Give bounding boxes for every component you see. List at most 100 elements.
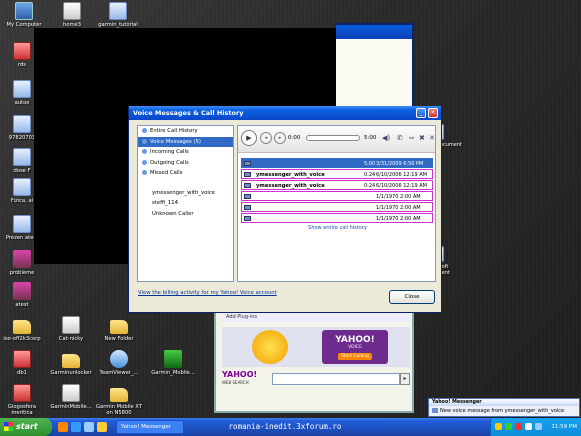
seek-slider[interactable] — [306, 135, 360, 141]
nav-item-label: Incoming Calls — [150, 149, 189, 155]
watermark-url: romania-inedit.3xforum.ro — [228, 422, 342, 431]
bluetooth-icon[interactable] — [535, 423, 542, 430]
nav-item-label: Missed Calls — [150, 170, 183, 176]
start-label: start — [16, 422, 38, 431]
desktop-icon-label: db1 — [17, 370, 27, 376]
volume-icon[interactable]: ◀) — [382, 134, 390, 142]
nav-item[interactable]: Entire Call History — [138, 126, 233, 137]
yahoo-web-search: YAHOO! WEB SEARCH ▸ — [220, 371, 410, 387]
message-row[interactable]: ymessenger_with_voice 0:24 6/10/2006 12:19… — [241, 180, 433, 190]
yahoo-messenger-window: Add Plug-ins YAHOO! VOICE Start Calling … — [214, 305, 414, 413]
yahoo-logo: YAHOO! — [222, 370, 258, 379]
contact-item[interactable]: ymessenger_with_voice — [138, 188, 233, 199]
ad-brand: YAHOO! — [335, 335, 375, 345]
explorer-icon[interactable] — [97, 422, 107, 432]
desktop-icon[interactable]: home3 — [47, 2, 97, 28]
rar-icon — [13, 250, 31, 268]
desktop-icon[interactable]: Garmin_Mobile... — [148, 350, 198, 376]
yahoo-tray-icon[interactable] — [495, 423, 502, 430]
desktop-icon[interactable]: db1 — [0, 350, 47, 376]
desktop-icon[interactable]: Garminunlocker — [46, 350, 96, 376]
background-window-titlebar[interactable] — [336, 25, 412, 39]
nav-item-label: Voice Messages (5) — [150, 138, 201, 145]
notification-balloon[interactable]: Yahoo! Messenger New voice message from … — [428, 398, 580, 417]
message-row[interactable]: 5:00 3/31/2009 6:50 PM — [241, 158, 433, 168]
message-duration: 5:00 — [364, 161, 376, 167]
desktop-icon[interactable]: New Folder — [94, 316, 144, 342]
nav-item[interactable]: Voice Messages (5) — [138, 136, 233, 147]
balloon-body: New voice message from ymessenger_with_v… — [429, 406, 579, 416]
task-label: Yahoo! Messenger — [121, 424, 172, 430]
desktop-icon[interactable]: Garmin Mobile XT on N5800 — [94, 384, 144, 416]
dialog-title: Voice Messages & Call History — [133, 109, 244, 117]
message-row[interactable]: ymessenger_with_voice 0:24 6/10/2006 12:19… — [241, 169, 433, 179]
ad-sub: VOICE — [348, 345, 362, 350]
current-time: 0:00 — [288, 135, 301, 141]
desktop-icon[interactable]: TeamViewer_... — [94, 350, 144, 376]
delete-icon[interactable]: ✖ — [419, 134, 425, 142]
taskbar-yahoo-messenger[interactable]: Yahoo! Messenger — [116, 420, 184, 434]
contact-item[interactable]: Unknown Caller — [138, 209, 233, 220]
desktop-icon-label: probleme — [9, 270, 35, 276]
contact-list: ymessenger_with_voice steffi_114 Unknown C… — [138, 188, 233, 220]
message-duration: 0:24 — [364, 172, 376, 178]
network-icon[interactable] — [505, 423, 512, 430]
message-row[interactable]: 1/1/1970 2:00 AM — [241, 202, 433, 212]
smiley-icon — [252, 330, 288, 364]
desktop-icon[interactable]: Cat-nicky — [46, 316, 96, 342]
close-player-icon[interactable]: ✕ — [429, 134, 435, 142]
voicemail-icon — [244, 216, 251, 221]
firefox-icon[interactable] — [58, 422, 68, 432]
billing-activity-link[interactable]: View the billing activity for my Yahoo! … — [138, 290, 277, 296]
contact-item[interactable]: steffi_114 — [138, 198, 233, 209]
desktop-icon[interactable]: iso-off2k3corp — [0, 316, 47, 342]
system-tray: 11:59 PM — [490, 418, 581, 436]
desktop-icon[interactable]: garmin_tutorial — [93, 2, 143, 28]
antivirus-icon[interactable] — [515, 423, 522, 430]
yahoo-voice-ad[interactable]: YAHOO! VOICE Start Calling — [222, 327, 410, 367]
folder-icon — [110, 320, 128, 334]
previous-icon[interactable]: ◂ — [260, 132, 272, 144]
ad-banner[interactable]: YAHOO! VOICE Start Calling — [322, 330, 388, 364]
next-icon[interactable]: ▸ — [274, 132, 286, 144]
jpg-icon — [62, 384, 80, 402]
desktop-icon[interactable]: My Computer — [0, 2, 49, 28]
message-date: 1/1/1970 2:00 AM — [376, 205, 421, 211]
nav-item[interactable]: Missed Calls — [138, 168, 233, 179]
play-icon[interactable]: ▶ — [241, 130, 257, 146]
message-row[interactable]: 1/1/1970 2:00 AM — [241, 213, 433, 223]
nav-item-icon — [142, 159, 147, 165]
start-button[interactable]: start — [0, 418, 52, 436]
show-entire-history-link[interactable]: Show entire call history — [238, 225, 437, 231]
pc-icon — [15, 2, 33, 20]
exe-icon — [13, 384, 31, 402]
desktop-icon[interactable]: atest — [0, 282, 47, 308]
show-desktop-icon[interactable] — [84, 422, 94, 432]
message-row[interactable]: 1/1/1970 2:00 AM — [241, 191, 433, 201]
nav-item-icon — [142, 128, 147, 133]
forward-icon[interactable]: ⇨ — [409, 134, 415, 142]
nav-item[interactable]: Incoming Calls — [138, 147, 233, 158]
desktop-icon-label: iso-off2k3corp — [3, 336, 41, 342]
minimize-button[interactable]: _ — [416, 108, 426, 118]
desktop-icon[interactable]: GarminMobile... — [46, 384, 96, 410]
message-duration: 0:24 — [364, 183, 376, 189]
nav-item[interactable]: Outgoing Calls — [138, 158, 233, 169]
clock: 11:59 PM — [551, 424, 577, 430]
search-go-button[interactable]: ▸ — [400, 373, 410, 385]
volume-tray-icon[interactable] — [525, 423, 532, 430]
call-icon[interactable]: ✆ — [397, 134, 403, 142]
voicemail-icon — [244, 161, 251, 166]
close-icon[interactable]: × — [428, 108, 438, 118]
voicemail-icon — [244, 205, 251, 210]
dialog-titlebar[interactable]: Voice Messages & Call History — [129, 106, 441, 120]
close-button[interactable]: Close — [389, 290, 435, 304]
billing-link-text[interactable]: View the billing activity for my Yahoo! … — [138, 290, 277, 296]
desktop-icon[interactable]: Glogosfera meritica — [0, 384, 47, 416]
start-calling-button[interactable]: Start Calling — [338, 353, 372, 360]
add-plugins-bar[interactable]: Add Plug-ins — [222, 313, 410, 322]
search-input[interactable] — [272, 373, 400, 385]
folder-icon — [13, 320, 31, 334]
messages-pane: ▶ ◂ ▸ 0:00 5:00 ◀) ✆ ⇨ ✖ ✕ 5:00 3/31/2009… — [237, 125, 436, 282]
internet-explorer-icon[interactable] — [71, 422, 81, 432]
